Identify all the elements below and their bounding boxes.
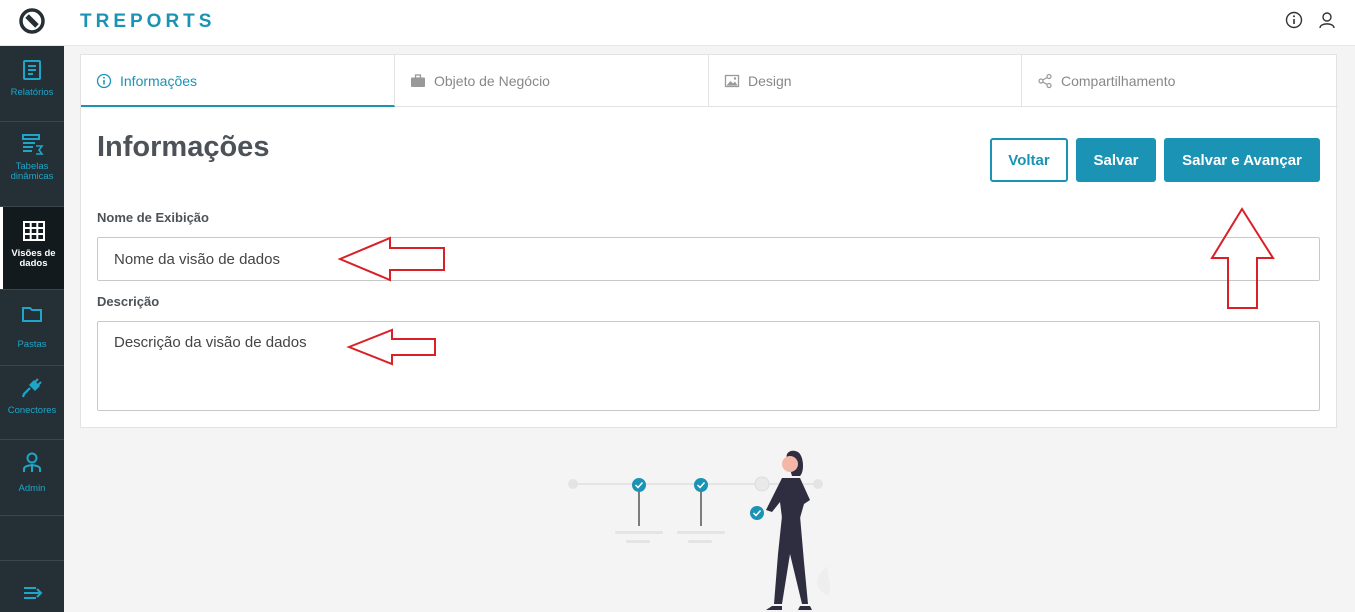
sidebar-item-conectores[interactable]: Conectores [0, 366, 64, 440]
description-textarea[interactable]: Descrição da visão de dados [97, 321, 1320, 411]
top-bar: TREPORTS [0, 0, 1355, 46]
tab-design[interactable]: Design [709, 55, 1022, 107]
sidebar: Relatórios Tabelas dinâmicas Visões de d… [0, 46, 64, 612]
tab-objeto-de-negocio[interactable]: Objeto de Negócio [395, 55, 709, 107]
tab-label: Design [748, 73, 792, 89]
tab-compartilhamento[interactable]: Compartilhamento [1022, 55, 1338, 107]
folder-icon [22, 307, 42, 322]
pivot-table-icon [22, 134, 44, 155]
image-icon [724, 74, 740, 88]
share-icon [1038, 73, 1052, 89]
page-title: Informações [97, 131, 270, 163]
sidebar-item-admin[interactable]: Admin [0, 440, 64, 516]
sidebar-item-label: Visões de dados [11, 248, 56, 269]
sidebar-item-label: Relatórios [10, 87, 54, 98]
description-field-label: Descrição [97, 294, 160, 309]
tab-bar: Informações Objeto de Negócio Design Com… [81, 55, 1338, 107]
report-icon [23, 60, 41, 80]
sidebar-item-label: Admin [18, 483, 46, 494]
tab-label: Objeto de Negócio [434, 73, 550, 89]
app-logo-icon[interactable] [19, 8, 45, 34]
tab-informacoes[interactable]: Informações [81, 55, 395, 107]
grid-icon [22, 221, 45, 241]
sidebar-item-tabelas-dinamicas[interactable]: Tabelas dinâmicas [0, 122, 64, 207]
plug-icon [21, 378, 42, 398]
sidebar-item-label: Pastas [17, 339, 47, 350]
sidebar-item-label: Conectores [7, 405, 57, 416]
sidebar-item-visoes-de-dados[interactable]: Visões de dados [0, 207, 64, 290]
info-icon[interactable] [1284, 10, 1304, 30]
briefcase-icon [411, 74, 425, 87]
sidebar-item-label: Tabelas dinâmicas [10, 161, 54, 182]
tab-label: Informações [120, 73, 198, 89]
tab-label: Compartilhamento [1061, 73, 1176, 89]
save-button[interactable]: Salvar [1076, 138, 1156, 182]
info-icon [96, 73, 112, 89]
name-field-label: Nome de Exibição [97, 210, 209, 225]
expand-menu-icon[interactable] [22, 582, 44, 604]
app-brand: TREPORTS [80, 11, 216, 32]
sidebar-item-relatorios[interactable]: Relatórios [0, 46, 64, 122]
sidebar-item-pastas[interactable]: Pastas [0, 290, 64, 366]
progress-illustration [568, 450, 831, 610]
save-and-next-button[interactable]: Salvar e Avançar [1164, 138, 1320, 182]
info-card: Informações Objeto de Negócio Design Com… [80, 54, 1338, 428]
user-icon[interactable] [1317, 10, 1337, 30]
display-name-input[interactable] [97, 237, 1320, 281]
back-button[interactable]: Voltar [990, 138, 1068, 182]
sidebar-divider [0, 560, 64, 561]
admin-icon [23, 452, 41, 472]
